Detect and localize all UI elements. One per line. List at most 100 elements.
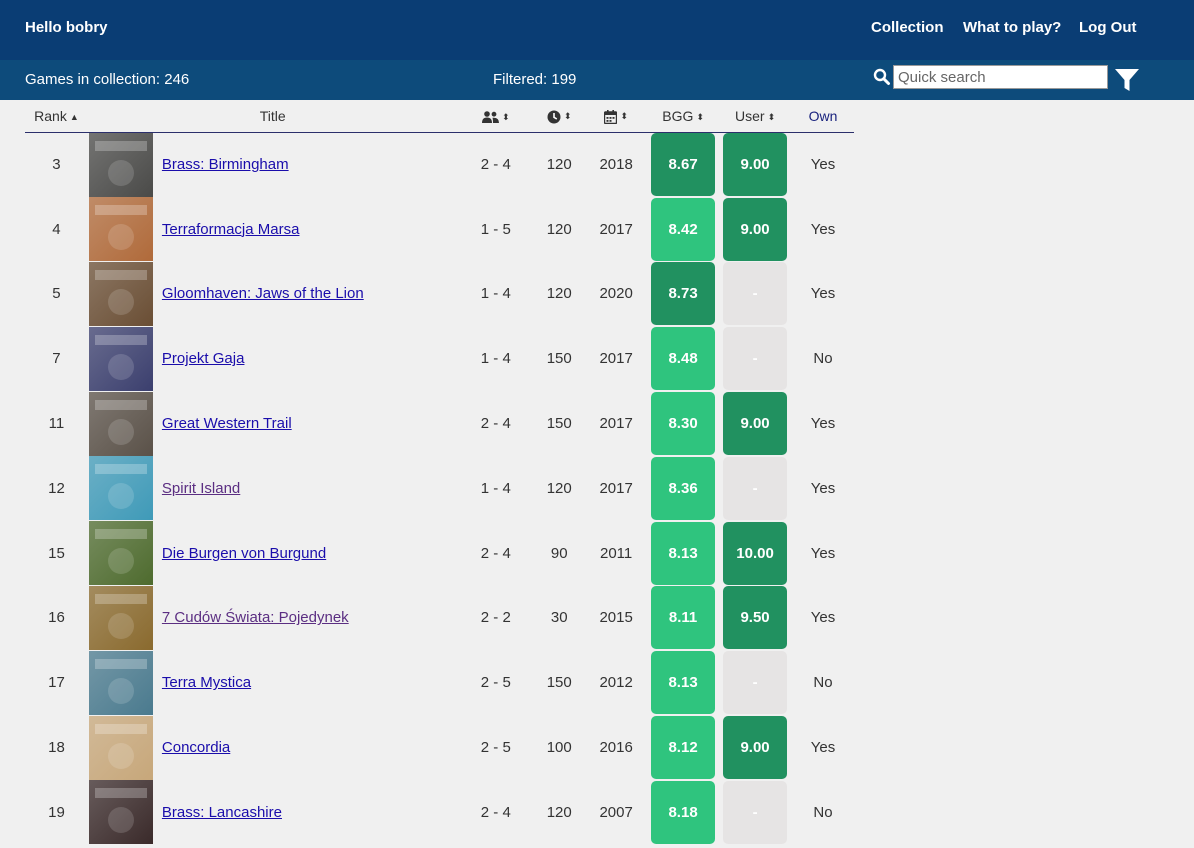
column-title-header[interactable]: Title bbox=[87, 100, 458, 133]
rank-cell: 15 bbox=[48, 544, 65, 562]
game-cover-image[interactable] bbox=[88, 715, 153, 780]
user-score-badge: - bbox=[723, 456, 788, 520]
game-cover-image[interactable] bbox=[88, 650, 153, 715]
bgg-cell: 8.42 bbox=[648, 197, 718, 262]
game-cover-image[interactable] bbox=[88, 132, 153, 197]
own-header-label: Own bbox=[808, 107, 838, 124]
title-cell: Projekt Gaja bbox=[158, 326, 457, 391]
players-cell: 2 - 4 bbox=[480, 544, 511, 562]
user-score-badge: - bbox=[723, 651, 788, 715]
column-bgg-header[interactable]: BGG ⬍ bbox=[648, 100, 719, 133]
bgg-score-badge: 8.12 bbox=[651, 716, 716, 780]
own-cell: Yes bbox=[810, 739, 836, 757]
players-cell: 2 - 4 bbox=[480, 156, 511, 174]
bgg-score-badge: 8.13 bbox=[651, 651, 716, 715]
title-cell: Spirit Island bbox=[158, 456, 457, 521]
collection-count: Games in collection: 246 bbox=[25, 71, 190, 88]
time-cell: 90 bbox=[550, 544, 568, 562]
game-title-link[interactable]: Brass: Lancashire bbox=[162, 804, 282, 821]
players-cell: 1 - 5 bbox=[480, 220, 511, 238]
column-rank-header[interactable]: Rank ▲ bbox=[25, 100, 88, 133]
game-title-link[interactable]: Projekt Gaja bbox=[162, 350, 245, 367]
table-row: 7 Projekt Gaja 1 - 4 150 2017 8.48- No bbox=[25, 326, 854, 391]
bgg-cell: 8.12 bbox=[648, 715, 718, 780]
sort-icon: ⬍ bbox=[696, 111, 704, 122]
filter-icon[interactable] bbox=[1114, 67, 1140, 93]
title-cell: Gloomhaven: Jaws of the Lion bbox=[158, 262, 457, 327]
bgg-cell: 8.36 bbox=[648, 456, 718, 521]
players-cell: 1 - 4 bbox=[480, 285, 511, 303]
own-cell: Yes bbox=[810, 156, 836, 174]
thumbnail-cell bbox=[88, 585, 158, 651]
title-cell: Concordia bbox=[158, 715, 457, 780]
bgg-cell: 8.67 bbox=[648, 132, 718, 197]
table-row: 19 Brass: Lancashire 2 - 4 120 2007 8.18- No bbox=[25, 780, 854, 845]
game-title-link[interactable]: 7 Cudów Świata: Pojedynek bbox=[162, 609, 349, 626]
user-cell: - bbox=[718, 780, 792, 845]
column-user-header[interactable]: User ⬍ bbox=[718, 100, 793, 133]
quick-search-input[interactable] bbox=[893, 65, 1108, 89]
game-title-link[interactable]: Gloomhaven: Jaws of the Lion bbox=[162, 285, 364, 302]
bgg-score-badge: 8.73 bbox=[651, 262, 716, 326]
sort-icon: ⬍ bbox=[502, 111, 510, 122]
year-cell: 2020 bbox=[599, 285, 633, 303]
own-cell: Yes bbox=[810, 415, 836, 433]
thumbnail-cell bbox=[88, 650, 158, 715]
nav-what-to-play-link[interactable]: What to play? bbox=[963, 19, 1061, 36]
players-cell: 1 - 4 bbox=[480, 350, 511, 368]
game-cover-image[interactable] bbox=[88, 197, 153, 262]
game-title-link[interactable]: Brass: Birmingham bbox=[162, 156, 289, 173]
user-score-badge: 9.00 bbox=[723, 133, 788, 197]
year-cell: 2017 bbox=[599, 479, 633, 497]
sort-icon: ⬍ bbox=[767, 111, 776, 122]
own-cell: Yes bbox=[810, 544, 836, 562]
game-cover-image[interactable] bbox=[88, 261, 153, 326]
column-own-header[interactable]: Own bbox=[792, 100, 854, 133]
bgg-cell: 8.13 bbox=[648, 521, 718, 586]
table-row: 5 Gloomhaven: Jaws of the Lion 1 - 4 120 202… bbox=[25, 261, 854, 327]
rank-cell: 11 bbox=[48, 415, 65, 433]
nav-collection-link[interactable]: Collection bbox=[871, 19, 944, 36]
column-year-header[interactable]: ⬍ bbox=[584, 100, 649, 133]
user-score-badge: 9.00 bbox=[723, 716, 788, 780]
bgg-score-badge: 8.30 bbox=[651, 392, 716, 456]
rank-cell: 4 bbox=[52, 220, 61, 238]
year-cell: 2016 bbox=[599, 739, 633, 757]
user-header-label: User bbox=[735, 107, 765, 124]
game-title-link[interactable]: Terraformacja Marsa bbox=[162, 221, 300, 238]
time-cell: 150 bbox=[546, 674, 572, 692]
sort-icon: ⬍ bbox=[620, 111, 628, 122]
thumbnail-cell bbox=[88, 132, 158, 197]
game-cover-image[interactable] bbox=[88, 326, 153, 391]
game-title-link[interactable]: Great Western Trail bbox=[162, 415, 292, 432]
column-time-header[interactable]: ⬍ bbox=[534, 100, 585, 133]
user-cell: - bbox=[718, 326, 792, 391]
bgg-score-badge: 8.13 bbox=[651, 521, 716, 585]
game-title-link[interactable]: Concordia bbox=[162, 739, 230, 756]
game-cover-image[interactable] bbox=[88, 456, 153, 521]
bgg-cell: 8.48 bbox=[648, 326, 718, 391]
game-cover-image[interactable] bbox=[88, 780, 153, 845]
players-cell: 1 - 4 bbox=[480, 479, 511, 497]
title-cell: Terra Mystica bbox=[158, 650, 457, 715]
game-title-link[interactable]: Terra Mystica bbox=[162, 674, 251, 691]
game-title-link[interactable]: Spirit Island bbox=[162, 480, 240, 497]
nav-logout-link[interactable]: Log Out bbox=[1079, 19, 1136, 36]
rank-cell: 19 bbox=[48, 803, 65, 821]
column-players-header[interactable]: ⬍ bbox=[457, 100, 535, 133]
thumbnail-cell bbox=[88, 391, 158, 456]
rank-cell: 16 bbox=[48, 609, 65, 627]
game-cover-image[interactable] bbox=[88, 521, 153, 586]
rank-cell: 12 bbox=[48, 479, 65, 497]
game-cover-image[interactable] bbox=[88, 585, 153, 650]
table-row: 3 Brass: Birmingham 2 - 4 120 2018 8.67 9.00 Ye… bbox=[25, 132, 854, 197]
game-cover-image[interactable] bbox=[88, 391, 153, 456]
rank-cell: 18 bbox=[48, 739, 65, 757]
game-title-link[interactable]: Die Burgen von Burgund bbox=[162, 545, 326, 562]
thumbnail-cell bbox=[88, 326, 158, 391]
bgg-cell: 8.73 bbox=[648, 262, 718, 327]
bgg-score-badge: 8.36 bbox=[651, 456, 716, 520]
title-cell: Great Western Trail bbox=[158, 391, 457, 456]
user-cell: 9.00 bbox=[718, 132, 792, 197]
bgg-score-badge: 8.48 bbox=[651, 327, 716, 391]
